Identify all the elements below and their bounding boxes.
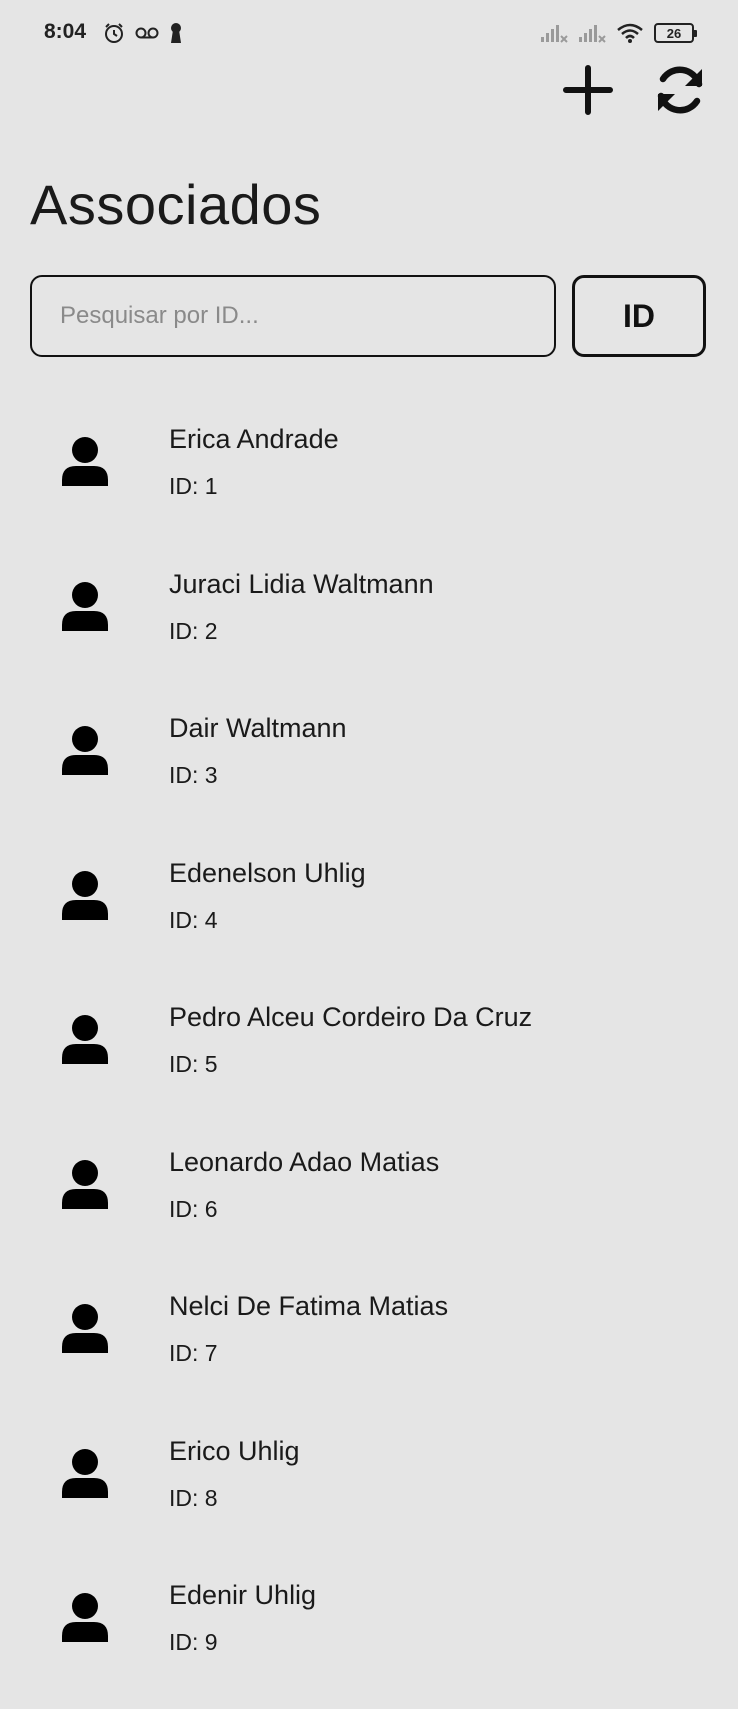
id-value: 7 bbox=[204, 1340, 218, 1366]
id-value: 8 bbox=[204, 1484, 218, 1511]
id-label: ID: bbox=[169, 762, 199, 788]
id-value: 4 bbox=[204, 906, 218, 933]
id-value: 3 bbox=[204, 762, 218, 788]
person-icon bbox=[62, 1448, 108, 1498]
id-value: 2 bbox=[204, 617, 218, 644]
person-icon bbox=[62, 726, 108, 775]
id-label: ID: bbox=[169, 1340, 199, 1366]
alarm-icon bbox=[105, 23, 123, 43]
signal-icon bbox=[541, 25, 568, 43]
list-item-name: Dair Waltmann bbox=[169, 713, 347, 743]
list-item-id: ID: 2 bbox=[169, 618, 218, 645]
id-label: ID: bbox=[169, 1051, 199, 1077]
list-item-id: ID: 3 bbox=[169, 762, 218, 789]
list-item-id: ID: 9 bbox=[169, 1629, 218, 1656]
id-value: 9 bbox=[204, 1629, 218, 1655]
list-item[interactable]: Pedro Alceu Cordeiro Da Cruz ID: 5 bbox=[0, 986, 738, 1131]
list-item-id: ID: 5 bbox=[169, 1051, 218, 1078]
person-icon bbox=[62, 1159, 108, 1209]
search-input[interactable] bbox=[30, 275, 556, 357]
person-icon bbox=[62, 437, 108, 486]
list-item-name: Edenelson Uhlig bbox=[169, 857, 366, 888]
list-item-id: ID: 6 bbox=[169, 1196, 218, 1223]
list-item[interactable]: Leonardo Adao Matias ID: 6 bbox=[0, 1131, 738, 1276]
list-item-name: Erico Uhlig bbox=[169, 1435, 300, 1466]
list-item-id: ID: 4 bbox=[169, 907, 218, 934]
person-icon bbox=[62, 1015, 108, 1064]
list-item-name: Erica Andrade bbox=[169, 424, 339, 454]
list-item[interactable]: Erico Uhlig ID: 8 bbox=[0, 1420, 738, 1565]
list-item-id: ID: 7 bbox=[169, 1340, 218, 1367]
id-label: ID: bbox=[169, 617, 199, 644]
associates-list: Erica Andrade ID: 1 Juraci Lidia Waltmann… bbox=[0, 408, 738, 1709]
list-item-name: Edenir Uhlig bbox=[169, 1580, 317, 1610]
list-item-name: Nelci De Fatima Matias bbox=[169, 1291, 449, 1321]
status-icons-left bbox=[103, 22, 183, 44]
status-icons-right: 26 bbox=[540, 22, 697, 44]
id-value: 5 bbox=[204, 1051, 218, 1077]
list-item-id: ID: 1 bbox=[169, 473, 218, 500]
toolbar-actions bbox=[560, 62, 708, 118]
voicemail-icon bbox=[135, 27, 159, 39]
id-label: ID: bbox=[169, 1629, 199, 1655]
keyhole-icon bbox=[171, 23, 181, 43]
list-item-name: Pedro Alceu Cordeiro Da Cruz bbox=[169, 1002, 533, 1032]
list-item-id: ID: 8 bbox=[169, 1485, 218, 1512]
wifi-icon bbox=[617, 23, 643, 43]
refresh-button[interactable] bbox=[652, 62, 708, 118]
list-item-name: Juraci Lidia Waltmann bbox=[169, 568, 434, 599]
list-item[interactable]: Edenir Uhlig ID: 9 bbox=[0, 1564, 738, 1709]
add-icon bbox=[563, 65, 613, 115]
page-title: Associados bbox=[30, 173, 322, 236]
id-value: 1 bbox=[204, 473, 218, 499]
id-label: ID: bbox=[169, 906, 199, 933]
list-item[interactable]: Edenelson Uhlig ID: 4 bbox=[0, 842, 738, 987]
signal-icon bbox=[579, 25, 606, 43]
list-item-name: Leonardo Adao Matias bbox=[169, 1146, 440, 1177]
person-icon bbox=[62, 870, 108, 920]
id-label: ID: bbox=[169, 1195, 199, 1222]
add-button[interactable] bbox=[560, 62, 616, 118]
search-row: ID bbox=[30, 275, 708, 357]
id-label: ID: bbox=[169, 1484, 199, 1511]
refresh-icon bbox=[657, 66, 703, 114]
list-item[interactable]: Nelci De Fatima Matias ID: 7 bbox=[0, 1275, 738, 1420]
list-item[interactable]: Juraci Lidia Waltmann ID: 2 bbox=[0, 553, 738, 698]
battery-level: 26 bbox=[666, 25, 682, 41]
battery-icon: 26 bbox=[654, 23, 697, 43]
person-icon bbox=[62, 581, 108, 631]
id-value: 6 bbox=[204, 1195, 218, 1222]
person-icon bbox=[62, 1304, 108, 1353]
list-item[interactable]: Erica Andrade ID: 1 bbox=[0, 408, 738, 553]
search-id-button[interactable]: ID bbox=[572, 275, 706, 357]
list-item[interactable]: Dair Waltmann ID: 3 bbox=[0, 697, 738, 842]
status-time: 8:04 bbox=[44, 20, 87, 43]
status-bar: 8:04 26 bbox=[0, 0, 738, 70]
id-label: ID: bbox=[169, 473, 199, 499]
